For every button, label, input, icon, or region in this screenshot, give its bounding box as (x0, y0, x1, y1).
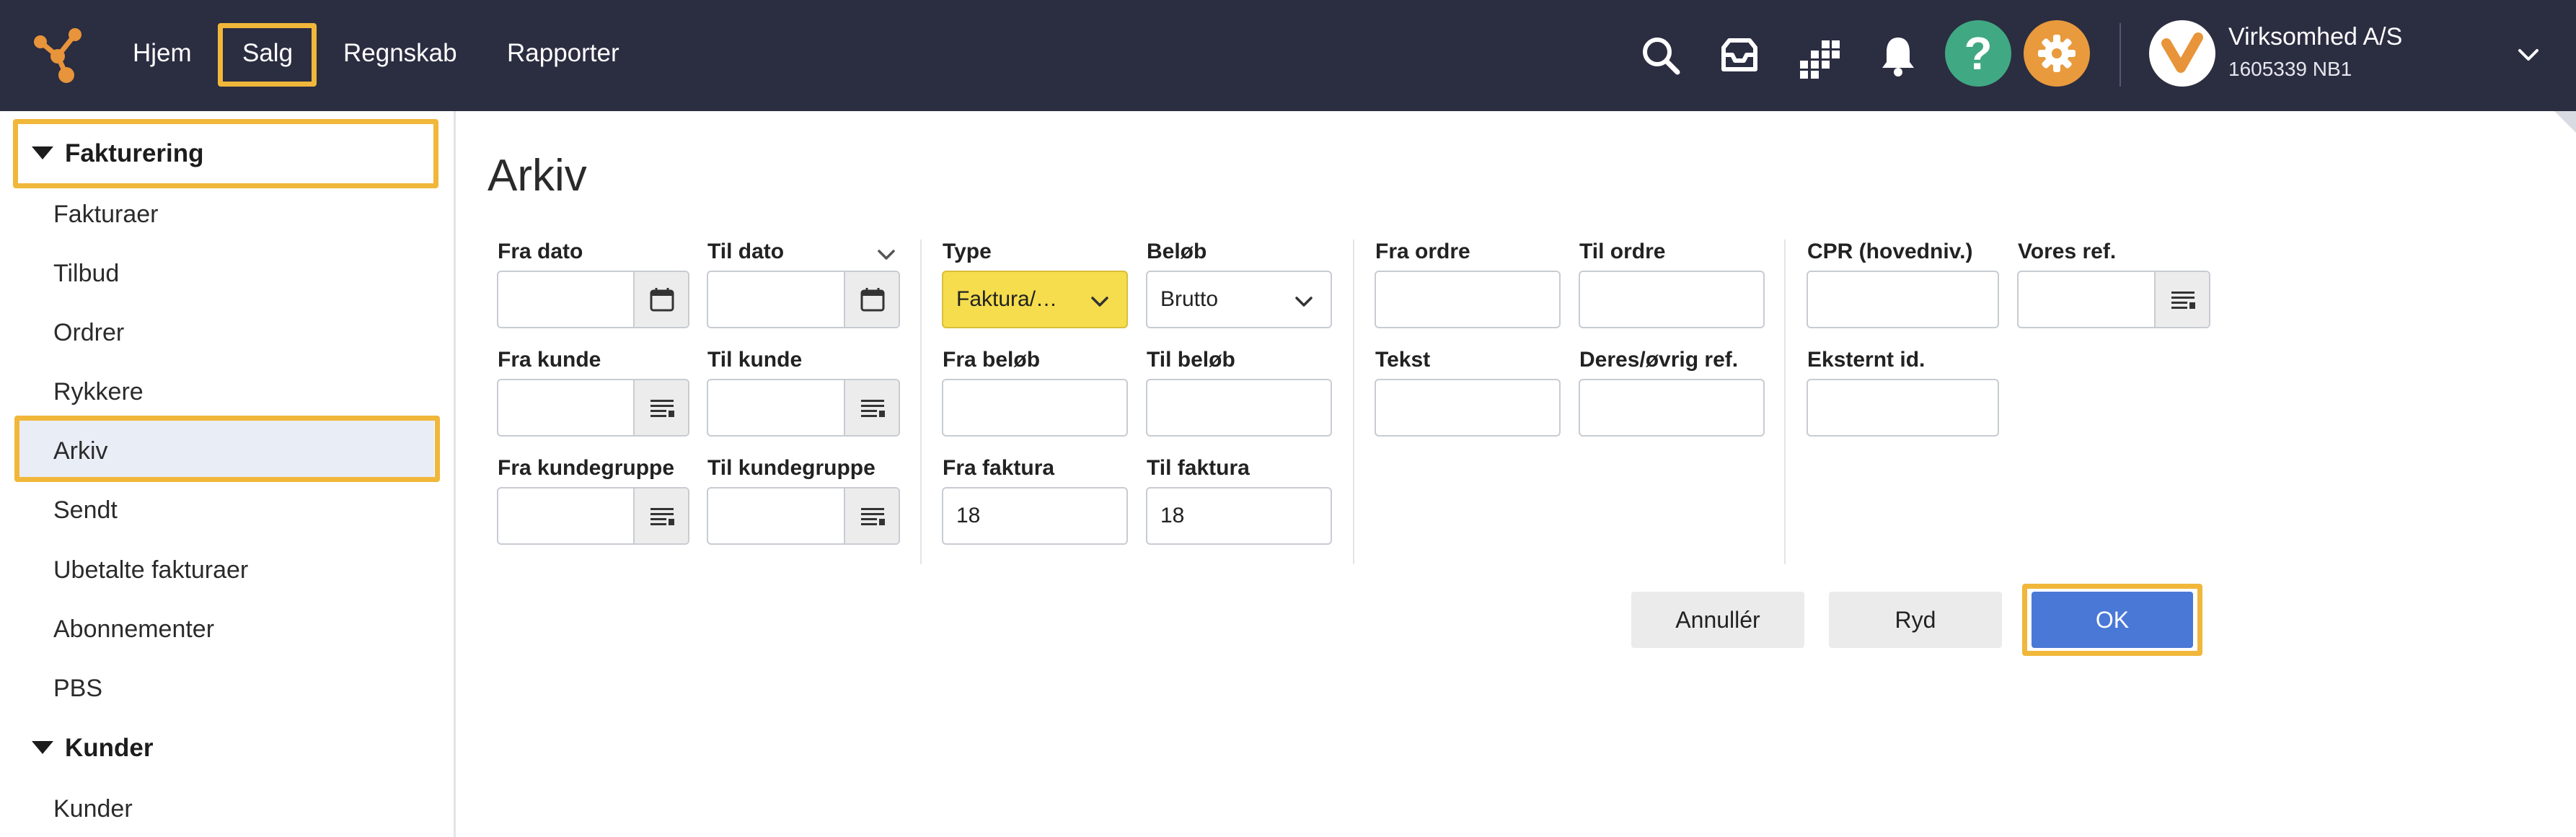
label-fra-belob: Fra beløb (943, 348, 1041, 372)
cpr-input[interactable] (1807, 271, 1999, 328)
chevron-down-icon[interactable] (2514, 40, 2543, 69)
company-id: 1605339 NB1 (2228, 58, 2352, 80)
nav-salg-highlight (218, 23, 317, 87)
sidebar-item-abonnementer[interactable]: Abonnementer (53, 615, 214, 644)
caret-down-icon (32, 146, 53, 159)
nav-rapporter[interactable]: Rapporter (507, 38, 619, 69)
til-belob-input[interactable] (1146, 379, 1332, 437)
chevron-down-icon[interactable] (874, 242, 899, 267)
label-tekst: Tekst (1375, 348, 1431, 372)
sidebar-item-ubetalte-fakturaer[interactable]: Ubetalte fakturaer (53, 556, 248, 584)
label-cpr: CPR (hovedniv.) (1807, 240, 1973, 263)
label-til-dato: Til dato (707, 240, 785, 263)
label-vores-ref: Vores ref. (2018, 240, 2117, 263)
nav-regnskab[interactable]: Regnskab (343, 38, 457, 69)
sidebar-group-label: Fakturering (65, 139, 204, 167)
vores-ref-input[interactable] (2017, 271, 2210, 328)
fra-dato-input[interactable] (497, 271, 689, 328)
list-lookup-icon[interactable] (633, 488, 688, 543)
apps-grid-icon[interactable] (1791, 29, 1846, 84)
ok-button[interactable]: OK (2032, 592, 2193, 648)
gear-icon[interactable] (2024, 20, 2090, 87)
sidebar-item-fakturaer[interactable]: Fakturaer (53, 201, 159, 229)
label-eksternt-id: Eksternt id. (1807, 348, 1926, 372)
label-fra-dato: Fra dato (498, 240, 583, 263)
til-ordre-input[interactable] (1579, 271, 1765, 328)
column-divider (1784, 240, 1786, 564)
til-faktura-input[interactable]: 18 (1146, 487, 1332, 545)
label-fra-kunde: Fra kunde (498, 348, 601, 372)
sidebar-item-ordrer[interactable]: Ordrer (53, 319, 124, 347)
list-lookup-icon[interactable] (844, 380, 899, 435)
til-dato-input[interactable] (707, 271, 900, 328)
label-til-belob: Til beløb (1147, 348, 1235, 372)
page-title: Arkiv (488, 151, 587, 201)
label-til-faktura: Til faktura (1147, 456, 1250, 480)
type-value: Faktura/… (956, 287, 1058, 311)
column-divider (1353, 240, 1354, 564)
help-symbol: ? (1964, 27, 1993, 79)
list-lookup-icon[interactable] (633, 380, 688, 435)
eksternt-id-input[interactable] (1807, 379, 1999, 437)
sidebar-item-sendt[interactable]: Sendt (53, 496, 118, 525)
fra-faktura-input[interactable]: 18 (942, 487, 1128, 545)
til-kunde-input[interactable] (707, 379, 900, 437)
fra-faktura-value: 18 (956, 504, 981, 527)
cancel-button[interactable]: Annullér (1631, 592, 1804, 648)
user-avatar[interactable] (2149, 20, 2215, 87)
header-divider (2120, 23, 2121, 87)
sidebar-group-label: Kunder (65, 734, 154, 762)
company-name[interactable]: Virksomhed A/S (2228, 23, 2402, 51)
inbox-icon[interactable] (1712, 29, 1767, 84)
belob-select[interactable]: Brutto (1146, 271, 1332, 328)
list-lookup-icon[interactable] (844, 488, 899, 543)
nav-hjem[interactable]: Hjem (133, 38, 192, 69)
label-deres-ref: Deres/øvrig ref. (1579, 348, 1739, 372)
tekst-input[interactable] (1375, 379, 1561, 437)
top-bar: Hjem Salg Regnskab Rapporter ? Virksomhe… (0, 0, 2576, 111)
label-til-kunde: Til kunde (707, 348, 803, 372)
chevron-down-icon (1091, 297, 1108, 307)
sidebar-item-tilbud[interactable]: Tilbud (53, 260, 119, 288)
type-select[interactable]: Faktura/… (942, 271, 1128, 328)
fra-kundegruppe-input[interactable] (497, 487, 689, 545)
sidebar-item-arkiv[interactable]: Arkiv (53, 437, 108, 465)
belob-value: Brutto (1160, 287, 1219, 311)
label-belob: Beløb (1147, 240, 1207, 263)
label-fra-ordre: Fra ordre (1375, 240, 1470, 263)
fra-ordre-input[interactable] (1375, 271, 1561, 328)
sidebar-item-kunder[interactable]: Kunder (53, 795, 133, 823)
sidebar-group-kunder[interactable]: Kunder (32, 734, 154, 763)
clear-button[interactable]: Ryd (1829, 592, 2002, 648)
search-icon[interactable] (1634, 29, 1689, 84)
list-lookup-icon[interactable] (2154, 272, 2209, 327)
label-fra-faktura: Fra faktura (943, 456, 1055, 480)
help-icon[interactable]: ? (1945, 20, 2011, 87)
label-til-ordre: Til ordre (1579, 240, 1666, 263)
caret-down-icon (32, 740, 53, 754)
sidebar-item-rykkere[interactable]: Rykkere (53, 378, 144, 406)
page-corner (2554, 111, 2576, 133)
til-faktura-value: 18 (1160, 504, 1185, 527)
column-divider (920, 240, 922, 564)
bell-icon[interactable] (1871, 29, 1926, 84)
chevron-down-icon (1295, 297, 1313, 307)
sidebar-group-fakturering[interactable]: Fakturering (32, 139, 204, 168)
app-logo-icon[interactable] (29, 26, 87, 84)
label-fra-kundegruppe: Fra kundegruppe (498, 456, 675, 480)
fra-kunde-input[interactable] (497, 379, 689, 437)
fra-belob-input[interactable] (942, 379, 1128, 437)
sidebar-item-pbs[interactable]: PBS (53, 675, 102, 703)
calendar-icon[interactable] (633, 272, 688, 327)
label-til-kundegruppe: Til kundegruppe (707, 456, 875, 480)
label-type: Type (943, 240, 992, 263)
til-kundegruppe-input[interactable] (707, 487, 900, 545)
calendar-icon[interactable] (844, 272, 899, 327)
deres-ref-input[interactable] (1579, 379, 1765, 437)
